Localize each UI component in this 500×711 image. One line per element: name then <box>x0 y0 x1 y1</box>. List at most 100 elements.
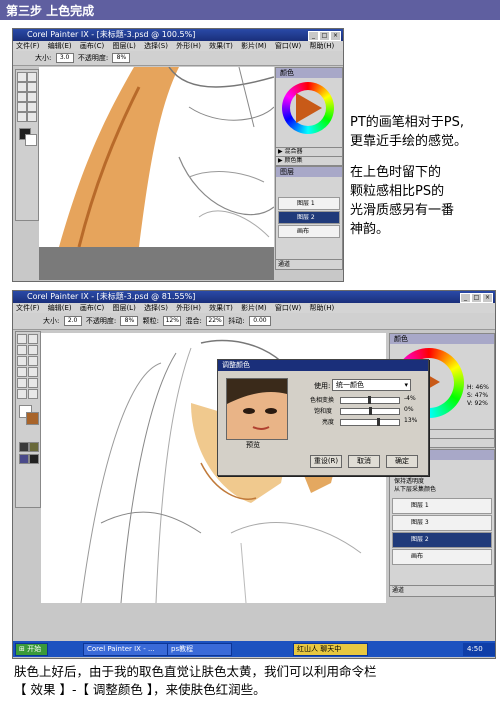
rect-select-icon[interactable] <box>17 356 27 366</box>
menu-edit[interactable]: 编辑(E) <box>48 42 72 50</box>
text-tool-icon[interactable] <box>17 367 27 377</box>
windows-logo-icon: ⊞ <box>19 645 25 653</box>
menu-file[interactable]: 文件(F) <box>16 42 40 50</box>
layer-row-canvas[interactable]: 画布 <box>278 225 340 238</box>
menu-effects[interactable]: 效果(T) <box>209 304 233 312</box>
layer-row-canvas[interactable]: 画布 <box>392 549 492 565</box>
crop-tool-icon[interactable] <box>17 345 27 355</box>
menu-file[interactable]: 文件(F) <box>16 304 40 312</box>
move-tool-icon[interactable] <box>28 356 38 366</box>
caption-line: 【 效果 】-【 调整颜色 】，来使肤色红润些。 <box>14 682 266 697</box>
menu-window[interactable]: 窗口(W) <box>275 304 301 312</box>
layer-row-selected[interactable]: 图层 2 <box>392 532 492 548</box>
menu-canvas[interactable]: 画布(C) <box>80 304 104 312</box>
paper-selector-icon[interactable] <box>19 442 29 452</box>
layer-row[interactable]: 图层 1 <box>278 197 340 210</box>
grain-field[interactable]: 12% <box>163 316 182 326</box>
menu-shapes[interactable]: 外形(H) <box>176 42 201 50</box>
saturation-slider[interactable] <box>340 407 400 415</box>
resat-field[interactable]: 22% <box>206 316 225 326</box>
dropper-tool-icon[interactable] <box>27 72 37 82</box>
channels-panel[interactable]: 通道 <box>275 259 343 270</box>
layer-row[interactable]: 图层 3 <box>392 515 492 531</box>
text-tool-icon[interactable] <box>17 102 27 112</box>
menu-select[interactable]: 选择(S) <box>144 304 168 312</box>
dropper-tool-icon[interactable] <box>28 334 38 344</box>
start-button[interactable]: ⊞ 开始 <box>15 643 48 656</box>
cancel-button[interactable]: 取消 <box>348 455 380 468</box>
jitter-field[interactable]: 0.00 <box>248 316 271 326</box>
menu-window[interactable]: 窗口(W) <box>275 42 301 50</box>
hand-tool-icon[interactable] <box>17 389 27 399</box>
size-field[interactable]: 3.0 <box>55 53 74 63</box>
layer-row[interactable]: 图层 1 <box>392 498 492 514</box>
menu-movie[interactable]: 影片(M) <box>241 304 267 312</box>
dialog-title: 调整颜色 <box>218 360 428 371</box>
close-button[interactable]: × <box>482 293 493 303</box>
size-field[interactable]: 2.0 <box>63 316 82 326</box>
use-dropdown[interactable]: 统一颜色 ▾ <box>332 379 411 391</box>
ok-button[interactable]: 确定 <box>386 455 418 468</box>
pattern-selector-icon[interactable] <box>29 442 39 452</box>
zoom-tool-icon[interactable] <box>27 112 37 122</box>
shape-tool-icon[interactable] <box>27 102 37 112</box>
slider-knob[interactable] <box>368 396 371 404</box>
maximize-button[interactable]: □ <box>319 31 330 41</box>
weave-selector-icon[interactable] <box>29 454 39 464</box>
menu-select[interactable]: 选择(S) <box>144 42 168 50</box>
canvas-area[interactable] <box>39 67 274 247</box>
secondary-color-swatch[interactable] <box>26 412 39 425</box>
color-triangle[interactable] <box>296 93 322 123</box>
pen-tool-icon[interactable] <box>17 112 27 122</box>
resat-label: 混合: <box>185 317 202 325</box>
color-sets-collapsed[interactable]: ▶ 颜色集 <box>275 156 343 166</box>
lasso-tool-icon[interactable] <box>27 82 37 92</box>
rotate-tool-icon[interactable] <box>28 389 38 399</box>
menu-movie[interactable]: 影片(M) <box>241 42 267 50</box>
minimize-button[interactable]: _ <box>460 293 471 303</box>
crop-tool-icon[interactable] <box>17 82 27 92</box>
menu-bar: 文件(F) 编辑(E) 画布(C) 图层(L) 选择(S) 外形(H) 效果(T… <box>13 303 495 313</box>
slider-knob[interactable] <box>377 418 380 426</box>
maximize-button[interactable]: □ <box>471 293 482 303</box>
side-text-line: 光滑质感另有一番 <box>350 203 455 218</box>
reset-button[interactable]: 重设(R) <box>310 455 342 468</box>
taskbar-item-painter[interactable]: Corel Painter IX - ... <box>83 643 168 656</box>
menu-help[interactable]: 帮助(H) <box>310 42 335 50</box>
menu-layers[interactable]: 图层(L) <box>112 42 135 50</box>
layer-row-selected[interactable]: 图层 2 <box>278 211 340 224</box>
menu-edit[interactable]: 编辑(E) <box>48 304 72 312</box>
opacity-field[interactable]: 8% <box>112 53 131 63</box>
menu-canvas[interactable]: 画布(C) <box>80 42 104 50</box>
menu-help[interactable]: 帮助(H) <box>310 304 335 312</box>
brush-tool-icon[interactable] <box>17 334 27 344</box>
gradient-selector-icon[interactable] <box>19 454 29 464</box>
pick-up-underlying-option[interactable]: 从下层采集颜色 <box>394 486 436 494</box>
section-title: 第三步 上色完成 <box>6 4 95 18</box>
slider-knob[interactable] <box>369 407 372 415</box>
value-slider[interactable] <box>340 418 400 426</box>
opacity-field[interactable]: 8% <box>120 316 139 326</box>
jitter-label: 抖动: <box>228 317 245 325</box>
shape-tool-icon[interactable] <box>28 367 38 377</box>
preserve-transparency-option[interactable]: 保持透明度 <box>394 478 436 486</box>
brush-tool-icon[interactable] <box>17 72 27 82</box>
minimize-button[interactable]: _ <box>308 31 319 41</box>
menu-layers[interactable]: 图层(L) <box>112 304 135 312</box>
lasso-tool-icon[interactable] <box>28 345 38 355</box>
input-method-indicator[interactable]: 红山人 聊天中 <box>293 643 368 656</box>
move-tool-icon[interactable] <box>27 92 37 102</box>
secondary-color-swatch[interactable] <box>25 134 37 146</box>
hue-shift-slider[interactable] <box>340 396 400 404</box>
zoom-tool-icon[interactable] <box>28 378 38 388</box>
windows-taskbar: ⊞ 开始 Corel Painter IX - ... ps教程 红山人 聊天中… <box>13 641 495 657</box>
side-text-line: 神韵。 <box>350 222 390 237</box>
rect-select-icon[interactable] <box>17 92 27 102</box>
value-label: 亮度 <box>322 419 335 426</box>
menu-shapes[interactable]: 外形(H) <box>176 304 201 312</box>
taskbar-item-folder[interactable]: ps教程 <box>167 643 232 656</box>
channels-panel[interactable]: 通道 <box>389 585 495 597</box>
close-button[interactable]: × <box>330 31 341 41</box>
menu-effects[interactable]: 效果(T) <box>209 42 233 50</box>
pen-tool-icon[interactable] <box>17 378 27 388</box>
